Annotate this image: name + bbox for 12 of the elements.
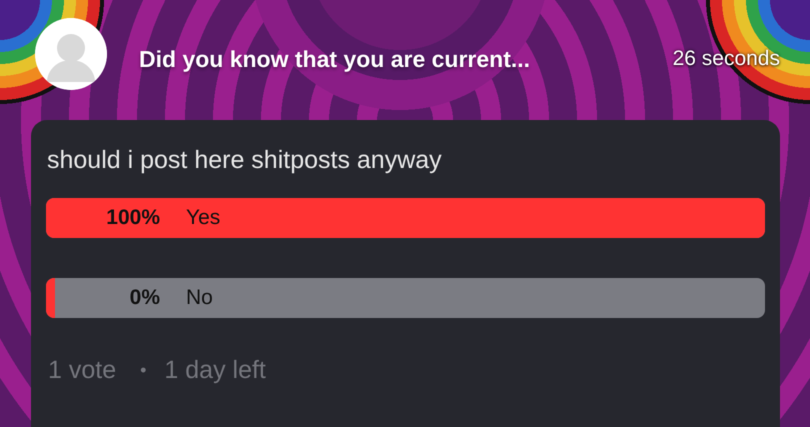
option-label: Yes [186, 206, 220, 230]
separator-dot: • [140, 360, 146, 381]
option-label: No [186, 286, 213, 310]
avatar[interactable] [35, 18, 107, 90]
poll-question: should i post here shitposts anyway [47, 146, 443, 175]
time-left: 1 day left [164, 356, 266, 385]
vote-count: 1 vote [48, 356, 116, 385]
poll-option-bar[interactable]: 0% No [46, 278, 765, 318]
option-percent: 0% [128, 286, 160, 310]
post-title[interactable]: Did you know that you are current... [139, 46, 530, 72]
poll-option-bar[interactable]: 100% Yes [46, 198, 765, 238]
option-percent: 100% [105, 206, 160, 230]
